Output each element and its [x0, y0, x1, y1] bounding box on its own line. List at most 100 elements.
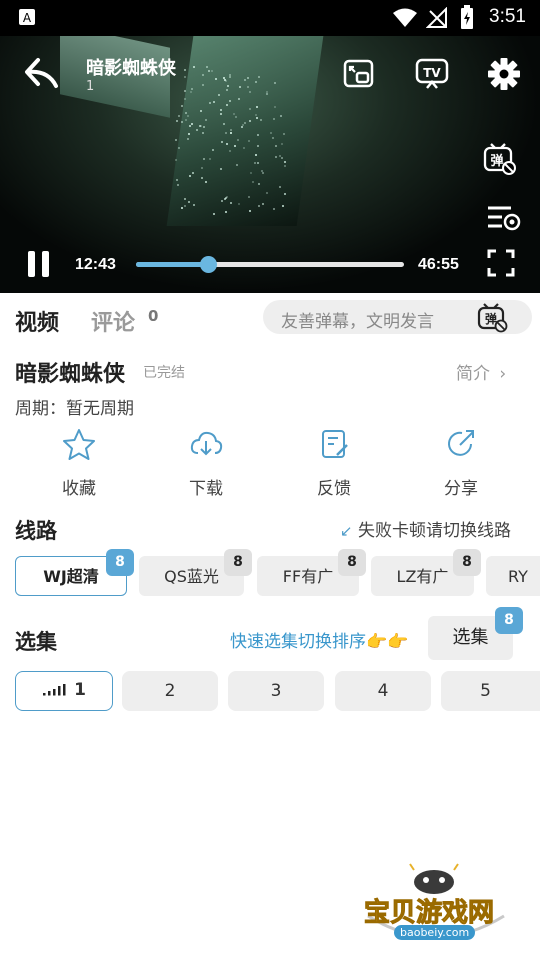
- arrow-down-left-icon: ↙: [340, 522, 353, 540]
- share-label: 分享: [444, 479, 478, 499]
- pause-icon[interactable]: [26, 250, 52, 278]
- intro-link[interactable]: 简介 ›: [456, 359, 506, 384]
- video-particle: [272, 136, 275, 139]
- favorite-button[interactable]: 收藏: [39, 428, 119, 499]
- episode-item[interactable]: 5: [441, 671, 540, 711]
- share-icon: [448, 430, 474, 456]
- tab-comments[interactable]: 评论: [91, 305, 135, 337]
- video-particle: [242, 123, 245, 126]
- video-particle: [252, 180, 255, 183]
- share-button[interactable]: 分享: [421, 428, 501, 499]
- route-label: LZ有广: [396, 567, 449, 586]
- video-particle: [190, 122, 193, 125]
- episode-label: 5: [480, 681, 491, 701]
- route-badge: 8: [453, 549, 481, 576]
- video-particle: [242, 147, 245, 150]
- danmu-send-icon[interactable]: 弹: [476, 301, 508, 333]
- video-frame-wall: [166, 36, 324, 226]
- wifi-icon: [393, 8, 417, 27]
- svg-text:TV: TV: [423, 66, 441, 80]
- video-particle: [184, 111, 187, 114]
- watermark-text: 宝贝游戏网: [363, 897, 495, 928]
- video-particle: [217, 93, 220, 96]
- download-button[interactable]: 下载: [166, 428, 246, 499]
- settings-gear-icon[interactable]: [486, 56, 522, 92]
- status-time: 3:51: [489, 6, 526, 27]
- video-particle: [195, 128, 198, 131]
- episode-item[interactable]: 3: [228, 671, 324, 711]
- video-particle: [214, 77, 217, 80]
- danmu-input[interactable]: 友善弹幕，文明发言 弹: [263, 300, 532, 334]
- routes-title: 线路: [15, 520, 57, 543]
- route-label: RY: [508, 567, 528, 586]
- video-particle: [243, 78, 246, 81]
- danmu-settings-icon[interactable]: [485, 200, 521, 234]
- route-badge: 8: [224, 549, 252, 576]
- show-title: 暗影蜘蛛侠: [15, 361, 126, 386]
- video-particle: [225, 195, 228, 198]
- video-particle: [257, 204, 260, 207]
- episode-item[interactable]: 2: [122, 671, 218, 711]
- video-particle: [235, 115, 238, 118]
- video-particle: [200, 176, 203, 179]
- video-particle: [273, 105, 276, 108]
- danmu-toggle-icon[interactable]: 弹: [482, 141, 518, 177]
- video-particle: [274, 145, 277, 148]
- player-episode: 1: [86, 79, 95, 94]
- favorite-label: 收藏: [62, 479, 96, 499]
- video-particle: [272, 208, 275, 211]
- video-particle: [248, 210, 251, 213]
- svg-text:弹: 弹: [490, 153, 503, 169]
- video-particle: [237, 203, 240, 206]
- episode-item[interactable]: 1: [15, 671, 113, 711]
- episode-item[interactable]: 4: [335, 671, 431, 711]
- episode-label: 2: [164, 681, 176, 701]
- video-particle: [283, 164, 286, 167]
- video-particle: [260, 118, 262, 121]
- video-particle: [190, 90, 193, 93]
- video-particle: [233, 145, 236, 148]
- video-particle: [190, 88, 193, 91]
- video-particle: [212, 100, 215, 103]
- back-icon[interactable]: [24, 56, 60, 90]
- video-particle: [175, 139, 177, 142]
- intro-label: 简介: [456, 364, 490, 384]
- video-particle: [188, 124, 191, 127]
- video-particle: [220, 140, 223, 143]
- video-particle: [183, 197, 186, 200]
- progress-bar[interactable]: [136, 256, 404, 273]
- video-particle: [220, 108, 223, 111]
- tab-video[interactable]: 视频: [15, 305, 59, 337]
- video-particle: [177, 114, 180, 117]
- video-player[interactable]: [0, 36, 540, 293]
- video-particle: [254, 113, 257, 116]
- video-particle: [253, 161, 256, 164]
- show-cycle: 周期：暂无周期: [15, 399, 134, 419]
- episodes-sort-hint[interactable]: 快速选集切换排序👉👉: [230, 627, 408, 652]
- video-particle: [192, 204, 195, 207]
- fullscreen-icon[interactable]: [486, 248, 516, 278]
- video-particle: [248, 119, 251, 122]
- playing-bars-icon: [43, 684, 66, 696]
- video-particle: [201, 73, 204, 76]
- video-particle: [224, 131, 227, 134]
- video-particle: [281, 205, 284, 208]
- download-label: 下载: [189, 479, 223, 499]
- chevron-right-icon: ›: [499, 364, 507, 384]
- feedback-button[interactable]: 反馈: [294, 428, 374, 499]
- video-particle: [204, 180, 207, 183]
- video-particle: [256, 145, 259, 148]
- route-item[interactable]: RY: [486, 556, 540, 596]
- episodes-title: 选集: [15, 631, 57, 654]
- video-particle: [184, 76, 187, 79]
- video-particle: [229, 201, 232, 204]
- video-particle: [180, 206, 183, 209]
- route-label: WJ超清: [43, 567, 99, 586]
- accessibility-icon: A: [19, 9, 35, 25]
- episode-label: 3: [270, 681, 282, 701]
- routes-hint-link[interactable]: ↙ 失败卡顿请切换线路: [340, 516, 511, 541]
- pip-icon[interactable]: [342, 57, 376, 91]
- svg-text:A: A: [23, 11, 32, 25]
- video-particle: [184, 118, 187, 121]
- tv-cast-icon[interactable]: TV: [414, 56, 450, 92]
